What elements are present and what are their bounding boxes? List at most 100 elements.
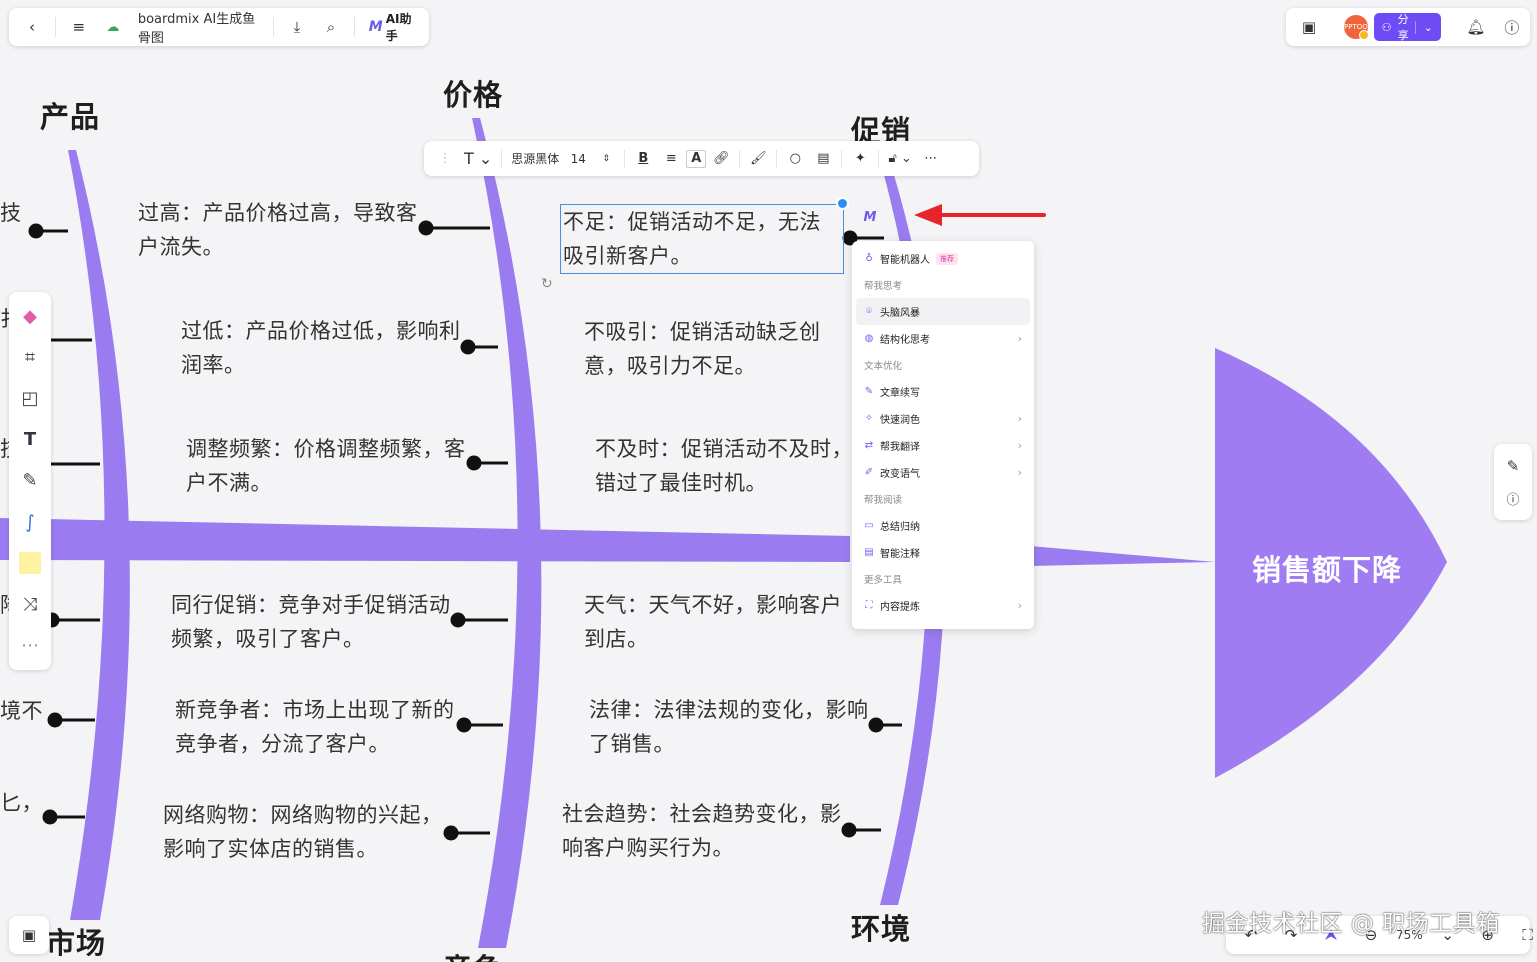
menu-item-label: 智能机器人 xyxy=(880,255,930,266)
fit-screen-icon[interactable]: ⛶ xyxy=(1513,920,1537,950)
menu-item-smart-bot[interactable]: ♁ 智能机器人 推荐 xyxy=(856,245,1030,272)
category-product[interactable]: 产品 xyxy=(40,94,100,136)
divider xyxy=(739,149,741,168)
node-comp-online[interactable]: 网络购物：网络购物的兴起，影响了实体店的销售。 xyxy=(163,798,448,866)
menu-item-extract[interactable]: ⛶ 内容提炼 › xyxy=(856,592,1030,619)
mindmap-icon[interactable]: ⤨ xyxy=(14,586,46,623)
magic-wand-icon[interactable]: ✎ xyxy=(1498,451,1528,481)
font-size-stepper-icon[interactable]: ⇕ xyxy=(593,146,619,172)
divider xyxy=(55,17,56,37)
chevron-down-icon[interactable]: ⌄ xyxy=(1414,20,1433,34)
polish-icon: ✧ xyxy=(864,413,874,424)
font-size-input[interactable]: 14 xyxy=(565,146,591,172)
text-tool-icon[interactable]: T xyxy=(14,421,46,458)
category-price[interactable]: 价格 xyxy=(443,72,503,114)
lock-icon[interactable]: 🔓︎ ⌄ xyxy=(884,146,915,172)
drag-handle-icon[interactable]: ⋮ xyxy=(432,146,458,172)
menu-item-label: 快速润色 xyxy=(880,415,920,426)
menu-item-label: 文章续写 xyxy=(880,388,920,399)
node-promo-late[interactable]: 不及时：促销活动不及时，错过了最佳时机。 xyxy=(595,432,865,500)
menu-item-translate[interactable]: ⇄ 帮我翻译 › xyxy=(856,432,1030,459)
ai-assistant-label: AI助手 xyxy=(385,12,412,43)
node-comp-promo[interactable]: 同行促销：竞争对手促销活动频繁，吸引了客户。 xyxy=(171,588,456,656)
structure-icon: ◍ xyxy=(864,333,874,344)
font-family-select[interactable]: 思源黑体 xyxy=(507,146,563,172)
node-promo-lack-selected[interactable]: 不足：促销活动不足，无法吸引新客户。 xyxy=(560,204,844,274)
menu-item-annotate[interactable]: ▤ 智能注释 xyxy=(856,539,1030,566)
ai-assistant-button[interactable]: M AI助手 xyxy=(363,10,421,44)
node-env-weather[interactable]: 天气：天气不好，影响客户到店。 xyxy=(584,588,852,656)
divider xyxy=(353,17,355,37)
fish-head-label[interactable]: 销售额下降 xyxy=(1252,547,1402,589)
document-title[interactable]: boardmix AI生成鱼骨图 xyxy=(132,8,265,46)
minimap-icon[interactable]: ▣ xyxy=(14,920,44,950)
brainstorm-icon: ⌾ xyxy=(866,306,872,317)
menu-item-label: 改变语气 xyxy=(880,469,920,480)
menu-item-label: 结构化思考 xyxy=(880,335,930,346)
more-tools-icon[interactable]: ⋯ xyxy=(14,627,46,664)
menu-group-think: 帮我思考 xyxy=(864,281,903,292)
text-type-icon[interactable]: T ⌄ xyxy=(460,146,496,172)
share-label: 分享 xyxy=(1397,13,1409,42)
present-icon[interactable]: ▣ xyxy=(1294,12,1324,42)
share-button[interactable]: ⚇ 分享 ⌄ xyxy=(1373,13,1441,42)
menu-item-structured[interactable]: ◍ 结构化思考 › xyxy=(856,325,1030,352)
menu-item-polish[interactable]: ✧ 快速润色 › xyxy=(856,405,1030,432)
menu-item-summary[interactable]: ▭ 总结归纳 xyxy=(856,512,1030,539)
resize-handle[interactable] xyxy=(836,197,849,210)
pen-icon[interactable]: ✎ xyxy=(14,462,46,499)
ai-assistant-menu: ♁ 智能机器人 推荐 帮我思考 ⌾ 头脑风暴 ◍ 结构化思考 › 文本优化 ✎ … xyxy=(852,241,1034,629)
search-icon[interactable]: ⌕ xyxy=(316,12,346,42)
shape-icon[interactable]: ◰ xyxy=(14,380,46,417)
menu-item-tone[interactable]: ✐ 改变语气 › xyxy=(856,459,1030,486)
bulb-icon: ♁ xyxy=(865,253,873,264)
template-icon[interactable]: ◆ xyxy=(14,298,46,335)
align-center-icon[interactable]: ≡ xyxy=(658,146,684,172)
ai-logo-icon: M xyxy=(368,19,383,35)
text-color-icon[interactable]: A xyxy=(686,149,707,168)
rotate-handle-icon[interactable]: ↻ xyxy=(541,276,553,292)
frame-icon[interactable]: ⌗ xyxy=(14,339,46,376)
node-promo-unattractive[interactable]: 不吸引：促销活动缺乏创意，吸引力不足。 xyxy=(584,315,849,383)
cloud-sync-icon: ☁ xyxy=(106,19,120,35)
node-price-freq[interactable]: 调整频繁：价格调整频繁，客户不满。 xyxy=(186,432,471,500)
category-competition[interactable]: 竞争 xyxy=(443,946,503,962)
format-painter-icon[interactable]: 🖌︎ xyxy=(745,146,771,172)
sticky-note-icon[interactable] xyxy=(14,545,46,582)
ai-tools-icon[interactable]: ✦ xyxy=(847,146,873,172)
back-icon[interactable]: ‹ xyxy=(17,12,47,42)
connector-icon[interactable]: ∫ xyxy=(14,504,46,541)
menu-icon[interactable]: ≡ xyxy=(64,12,94,42)
download-icon[interactable]: ⤓ xyxy=(282,12,312,42)
category-environment[interactable]: 环境 xyxy=(851,906,911,948)
node-fragment[interactable]: 技 xyxy=(0,196,22,230)
link-icon[interactable]: 🔗︎ xyxy=(708,146,734,172)
node-fragment[interactable]: 境不 xyxy=(0,694,43,728)
node-price-low[interactable]: 过低：产品价格过低，影响利润率。 xyxy=(181,314,466,382)
spine-tail[interactable] xyxy=(1030,546,1215,566)
node-env-social[interactable]: 社会趋势：社会趋势变化，影响客户购买行为。 xyxy=(562,797,842,865)
menu-item-brainstorm[interactable]: ⌾ 头脑风暴 xyxy=(856,298,1030,325)
info-icon[interactable]: ⓘ xyxy=(1498,483,1528,513)
node-env-law[interactable]: 法律：法律法规的变化，影响了销售。 xyxy=(589,693,869,761)
help-icon[interactable]: ⓘ xyxy=(1497,12,1527,42)
annotation-arrow xyxy=(914,204,1046,226)
menu-item-label: 总结归纳 xyxy=(880,522,920,533)
pen-icon: ✎ xyxy=(864,386,874,397)
comment-icon[interactable]: ○ xyxy=(782,146,808,172)
node-fragment[interactable]: 匕， xyxy=(0,786,43,820)
bold-icon[interactable]: B xyxy=(630,146,656,172)
ai-assistant-float-icon[interactable]: M xyxy=(860,207,880,227)
divider xyxy=(624,149,626,168)
divider xyxy=(273,17,274,37)
node-price-high[interactable]: 过高：产品价格过高，导致客户流失。 xyxy=(138,196,423,264)
menu-item-label: 智能注释 xyxy=(880,549,920,560)
menu-item-continue[interactable]: ✎ 文章续写 xyxy=(856,378,1030,405)
more-icon[interactable]: ⋯ xyxy=(918,146,944,172)
chevron-right-icon: › xyxy=(1017,599,1022,612)
node-comp-new[interactable]: 新竞争者：市场上出现了新的竞争者，分流了客户。 xyxy=(175,693,460,761)
note-icon[interactable]: ▤ xyxy=(810,146,836,172)
avatar[interactable]: PPTOO xyxy=(1344,15,1369,40)
category-market[interactable]: 市场 xyxy=(46,920,106,962)
bell-icon[interactable]: 🔔︎ xyxy=(1461,12,1491,42)
